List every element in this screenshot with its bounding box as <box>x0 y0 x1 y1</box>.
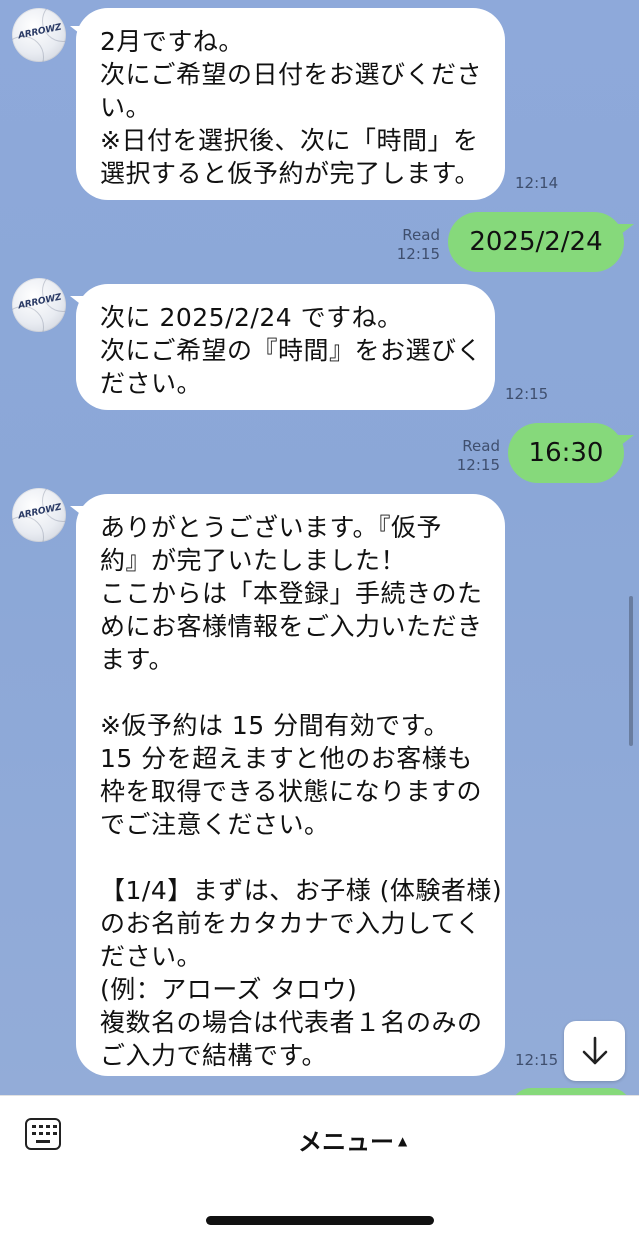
bubble-tail <box>616 435 634 449</box>
arrow-down-icon <box>582 1036 607 1065</box>
read-receipt: Read 12:15 <box>450 437 500 475</box>
message-time: 12:15 <box>396 245 440 263</box>
message-text: ありがとうございます。『仮予 約』が完了いたしました！ ここからは「本登録」手続… <box>100 513 503 1070</box>
scroll-to-bottom-button[interactable] <box>564 1021 625 1081</box>
read-label: Read <box>462 437 500 455</box>
sender-avatar[interactable]: ARROWZ <box>12 8 66 62</box>
incoming-message[interactable]: ありがとうございます。『仮予 約』が完了いたしました！ ここからは「本登録」手続… <box>76 494 505 1076</box>
bubble-tail <box>616 224 634 238</box>
message-time: 12:15 <box>456 456 500 474</box>
incoming-message[interactable]: 次に 2025/2/24 ですね。 次にご希望の『時間』をお選びく ださい。 <box>76 284 495 410</box>
message-text: 2025/2/24 <box>469 227 603 257</box>
message-time: 12:15 <box>515 1051 559 1069</box>
message-time: 12:14 <box>515 174 559 192</box>
message-text: 次に 2025/2/24 ですね。 次にご希望の『時間』をお選びく ださい。 <box>100 303 483 398</box>
menu-button[interactable]: メニュー ▲ <box>298 1122 407 1157</box>
sender-avatar[interactable]: ARROWZ <box>12 278 66 332</box>
message-time: 12:15 <box>505 385 549 403</box>
outgoing-message[interactable]: 2025/2/24 <box>448 212 624 272</box>
read-receipt: Read 12:15 <box>390 226 440 264</box>
caret-up-icon: ▲ <box>398 1133 408 1148</box>
outgoing-message-partial[interactable] <box>511 1088 631 1095</box>
sender-avatar[interactable]: ARROWZ <box>12 488 66 542</box>
read-label: Read <box>402 226 440 244</box>
chat-area[interactable]: ARROWZ 2月ですね。 次にご希望の日付をお選びくださ い。 ※日付を選択後… <box>0 0 639 1095</box>
incoming-message[interactable]: 2月ですね。 次にご希望の日付をお選びくださ い。 ※日付を選択後、次に「時間」… <box>76 8 505 200</box>
message-text: 2月ですね。 次にご希望の日付をお選びくださ い。 ※日付を選択後、次に「時間」… <box>100 27 483 188</box>
message-text: 16:30 <box>528 438 604 468</box>
menu-label: メニュー <box>298 1128 394 1156</box>
keyboard-icon[interactable] <box>25 1118 61 1150</box>
scrollbar[interactable] <box>629 596 633 746</box>
outgoing-message[interactable]: 16:30 <box>508 423 624 483</box>
home-indicator[interactable] <box>206 1216 434 1225</box>
